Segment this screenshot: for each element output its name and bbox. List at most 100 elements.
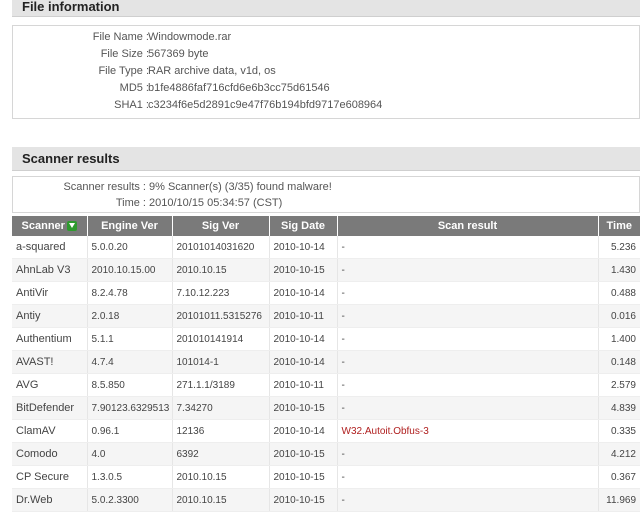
cell-engine-ver: 4.7.4 bbox=[87, 350, 173, 374]
cell-sig-ver: 7.34270 bbox=[172, 396, 270, 420]
table-body: a-squared 5.0.0.20 20101014031620 2010-10-1… bbox=[12, 236, 640, 512]
cell-scanner: a-squared bbox=[12, 236, 88, 259]
cell-time: 0.016 bbox=[598, 304, 640, 328]
cell-scanner: AntiVir bbox=[12, 281, 88, 305]
table-row: AhnLab V3 2010.10.15.00 2010.10.15 2010-10-… bbox=[12, 258, 640, 282]
cell-scan-result: - bbox=[337, 442, 599, 466]
scan-time-row: Time : 2010/10/15 05:34:57 (CST) bbox=[13, 195, 639, 212]
table-row: AVAST! 4.7.4 101014-1 2010-10-14-0.148 bbox=[12, 350, 640, 374]
cell-time: 4.212 bbox=[598, 442, 640, 466]
cell-scan-result: W32.Autoit.Obfus-3 bbox=[337, 419, 599, 443]
cell-time: 2.579 bbox=[598, 373, 640, 397]
cell-sig-date: 2010-10-14 bbox=[269, 281, 338, 305]
table-row: Comodo 4.0 6392 2010-10-15-4.212 bbox=[12, 442, 640, 466]
cell-sig-date: 2010-10-15 bbox=[269, 442, 338, 466]
table-row: ClamAV 0.96.1 12136 2010-10-14 W32.Autoit.Ob… bbox=[12, 419, 640, 443]
cell-scanner: Comodo bbox=[12, 442, 88, 466]
sha1-row: SHA1 : c3234f6e5d2891c9e47f76b194bfd9717… bbox=[13, 97, 639, 114]
cell-sig-ver: 20101014031620 bbox=[172, 236, 270, 259]
sort-down-arrow-icon[interactable] bbox=[66, 221, 77, 232]
table-header-row: Scanner Engine Ver Sig Ver Sig Date Scan… bbox=[12, 216, 640, 236]
column-header-sig-ver[interactable]: Sig Ver bbox=[172, 216, 270, 236]
cell-engine-ver: 7.90123.6329513 bbox=[87, 396, 173, 420]
cell-engine-ver: 4.0 bbox=[87, 442, 173, 466]
md5-label: MD5 : bbox=[119, 82, 149, 94]
cell-sig-date: 2010-10-14 bbox=[269, 419, 338, 443]
cell-engine-ver: 1.3.0.5 bbox=[87, 465, 173, 489]
cell-scanner: BitDefender bbox=[12, 396, 88, 420]
cell-sig-date: 2010-10-14 bbox=[269, 327, 338, 351]
cell-time: 1.400 bbox=[598, 327, 640, 351]
cell-scanner: AVG bbox=[12, 373, 88, 397]
column-header-sig-date[interactable]: Sig Date bbox=[269, 216, 338, 236]
cell-scanner: CP Secure bbox=[12, 465, 88, 489]
column-header-engine-ver[interactable]: Engine Ver bbox=[87, 216, 173, 236]
table-row: CP Secure 1.3.0.5 2010.10.15 2010-10-15-0.3… bbox=[12, 465, 640, 489]
file-name-row: File Name : Windowmode.rar bbox=[13, 29, 639, 46]
file-type-label: File Type : bbox=[98, 65, 149, 77]
scan-time-label: Time : bbox=[115, 197, 146, 209]
cell-sig-date: 2010-10-15 bbox=[269, 465, 338, 489]
cell-scan-result: - bbox=[337, 236, 599, 259]
file-size-row: File Size : 567369 byte bbox=[13, 46, 639, 63]
cell-sig-ver: 6392 bbox=[172, 442, 270, 466]
cell-sig-date: 2010-10-11 bbox=[269, 304, 338, 328]
cell-sig-date: 2010-10-15 bbox=[269, 258, 338, 282]
cell-scan-result: - bbox=[337, 350, 599, 374]
cell-engine-ver: 5.0.0.20 bbox=[87, 236, 173, 259]
scanner-results-label: Scanner results : bbox=[63, 181, 146, 193]
cell-engine-ver: 5.0.2.3300 bbox=[87, 488, 173, 512]
cell-scanner: AVAST! bbox=[12, 350, 88, 374]
cell-sig-date: 2010-10-15 bbox=[269, 396, 338, 420]
cell-scan-result: - bbox=[337, 396, 599, 420]
cell-engine-ver: 5.1.1 bbox=[87, 327, 173, 351]
cell-sig-ver: 101014-1 bbox=[172, 350, 270, 374]
cell-time: 0.335 bbox=[598, 419, 640, 443]
table-row: Antiy 2.0.18 20101011.5315276 2010-10-11-0.… bbox=[12, 304, 640, 328]
cell-engine-ver: 0.96.1 bbox=[87, 419, 173, 443]
table-row: AVG 8.5.850 271.1.1/3189 2010-10-11-2.579 bbox=[12, 373, 640, 397]
cell-sig-ver: 2010.10.15 bbox=[172, 465, 270, 489]
cell-scan-result: - bbox=[337, 281, 599, 305]
sha1-label: SHA1 : bbox=[114, 99, 149, 111]
cell-time: 5.236 bbox=[598, 236, 640, 259]
md5-row: MD5 : b1fe4886faf716cfd6e6b3cc75d61546 bbox=[13, 80, 639, 97]
cell-scan-result: - bbox=[337, 327, 599, 351]
cell-sig-date: 2010-10-11 bbox=[269, 373, 338, 397]
table-row: BitDefender 7.90123.6329513 7.34270 2010-10… bbox=[12, 396, 640, 420]
column-header-scan-result[interactable]: Scan result bbox=[337, 216, 599, 236]
cell-scan-result: - bbox=[337, 304, 599, 328]
cell-sig-date: 2010-10-15 bbox=[269, 488, 338, 512]
cell-scan-result: - bbox=[337, 373, 599, 397]
file-type-value: RAR archive data, v1d, os bbox=[148, 65, 276, 77]
cell-scan-result: - bbox=[337, 488, 599, 512]
md5-value: b1fe4886faf716cfd6e6b3cc75d61546 bbox=[148, 82, 330, 94]
cell-sig-ver: 12136 bbox=[172, 419, 270, 443]
file-name-value: Windowmode.rar bbox=[148, 31, 232, 43]
cell-engine-ver: 8.5.850 bbox=[87, 373, 173, 397]
table-row: Dr.Web 5.0.2.3300 2010.10.15 2010-10-15-11.… bbox=[12, 488, 640, 512]
cell-sig-ver: 7.10.12.223 bbox=[172, 281, 270, 305]
cell-scanner: Dr.Web bbox=[12, 488, 88, 512]
file-type-row: File Type : RAR archive data, v1d, os bbox=[13, 63, 639, 80]
column-header-label: Scanner bbox=[21, 220, 65, 232]
column-header-scanner[interactable]: Scanner bbox=[12, 216, 88, 236]
table-row: Authentium 5.1.1 201010141914 2010-10-14-1.… bbox=[12, 327, 640, 351]
cell-time: 0.488 bbox=[598, 281, 640, 305]
file-information-panel: File Name : Windowmode.rar File Size : 5… bbox=[12, 25, 640, 119]
cell-time: 11.969 bbox=[598, 488, 640, 512]
table-row: a-squared 5.0.0.20 20101014031620 2010-10-1… bbox=[12, 236, 640, 259]
cell-sig-ver: 2010.10.15 bbox=[172, 488, 270, 512]
table-row: AntiVir 8.2.4.78 7.10.12.223 2010-10-14-0.4… bbox=[12, 281, 640, 305]
column-header-time[interactable]: Time bbox=[598, 216, 640, 236]
cell-engine-ver: 8.2.4.78 bbox=[87, 281, 173, 305]
cell-scanner: ClamAV bbox=[12, 419, 88, 443]
cell-engine-ver: 2010.10.15.00 bbox=[87, 258, 173, 282]
cell-sig-ver: 271.1.1/3189 bbox=[172, 373, 270, 397]
cell-scanner: Authentium bbox=[12, 327, 88, 351]
scan-time-value: 2010/10/15 05:34:57 (CST) bbox=[149, 197, 283, 209]
scanner-results-row: Scanner results : 9% Scanner(s) (3/35) f… bbox=[13, 179, 639, 196]
cell-scanner: Antiy bbox=[12, 304, 88, 328]
cell-time: 4.839 bbox=[598, 396, 640, 420]
cell-sig-date: 2010-10-14 bbox=[269, 236, 338, 259]
